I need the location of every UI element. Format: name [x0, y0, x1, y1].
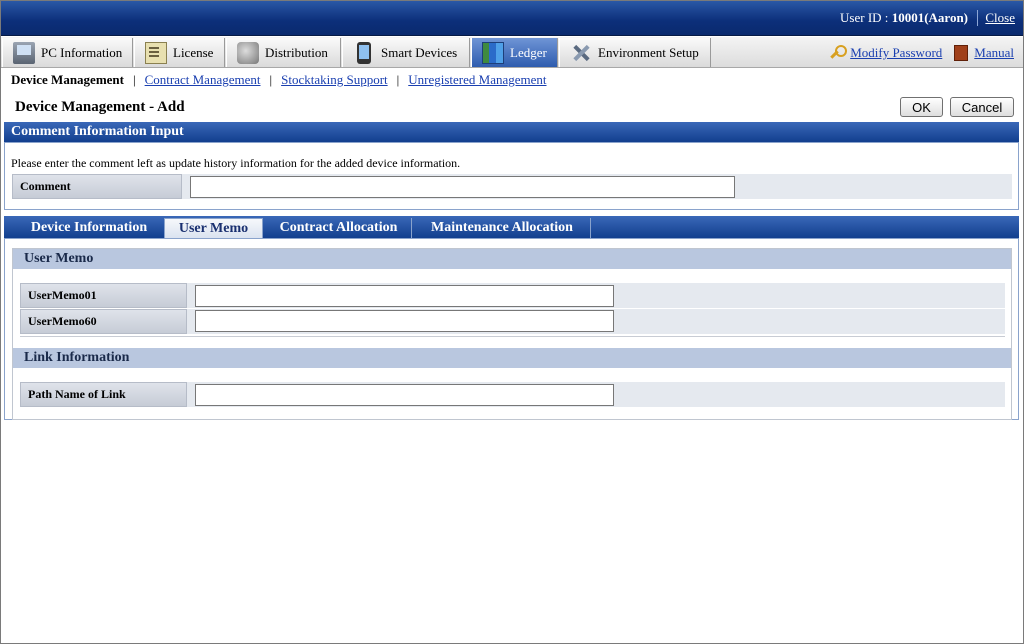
close-link[interactable]: Close: [985, 10, 1015, 26]
tab-smart-devices[interactable]: Smart Devices: [342, 38, 470, 67]
tab-device-information[interactable]: Device Information: [12, 218, 167, 238]
page-title: Device Management - Add: [15, 99, 185, 115]
link-information-header: Link Information: [13, 348, 1011, 368]
tab-label: Ledger: [510, 44, 547, 60]
sub-navigation: Device Management | Contract Management …: [0, 69, 1024, 91]
tab-license[interactable]: License: [134, 38, 225, 67]
tab-environment-setup[interactable]: Environment Setup: [559, 38, 711, 67]
path-link-label: Path Name of Link: [20, 382, 187, 407]
tab-ledger[interactable]: Ledger: [471, 38, 558, 67]
usermemo01-input[interactable]: [195, 285, 614, 307]
user-id-label: User ID :: [840, 10, 892, 25]
key-icon: [828, 45, 848, 61]
tools-icon: [570, 42, 592, 64]
tab-label: Smart Devices: [381, 44, 458, 60]
tab-pc-information[interactable]: PC Information: [2, 38, 133, 67]
license-icon: [145, 41, 167, 64]
subnav-contract-management[interactable]: Contract Management: [145, 72, 261, 88]
title-bar: User ID : 10001(Aaron) Close: [0, 0, 1024, 36]
usermemo60-label: UserMemo60: [20, 309, 187, 334]
user-id-value: 10001(Aaron): [891, 10, 968, 25]
distribution-icon: [237, 41, 259, 64]
comment-label: Comment: [12, 174, 182, 199]
comment-section-header: Comment Information Input: [4, 122, 1019, 142]
tab-label: License: [173, 44, 214, 60]
usermemo01-label: UserMemo01: [20, 283, 187, 308]
detail-tab-strip: Device Information User Memo Contract Al…: [4, 216, 1019, 238]
smart-device-icon: [357, 41, 371, 64]
tab-distribution[interactable]: Distribution: [226, 38, 341, 67]
separator: [977, 10, 978, 26]
comment-description: Please enter the comment left as update …: [11, 156, 461, 170]
header-links: Modify Password Manual: [828, 45, 1014, 61]
user-id: User ID : 10001(Aaron): [840, 10, 968, 26]
manual-link[interactable]: Manual: [974, 45, 1014, 61]
subnav-current: Device Management: [11, 72, 124, 87]
cancel-button[interactable]: Cancel: [950, 97, 1014, 117]
ok-button[interactable]: OK: [900, 97, 943, 117]
subnav-stocktaking-support[interactable]: Stocktaking Support: [281, 72, 388, 88]
separator: |: [269, 72, 273, 87]
separator: |: [396, 72, 400, 87]
tab-label: Distribution: [265, 44, 328, 60]
tab-contract-allocation[interactable]: Contract Allocation: [266, 218, 412, 238]
path-link-input[interactable]: [195, 384, 614, 406]
user-memo-header: User Memo: [13, 249, 1011, 269]
tab-label: Environment Setup: [598, 44, 699, 60]
subnav-unregistered-management[interactable]: Unregistered Management: [408, 72, 546, 88]
divider: [20, 336, 1005, 337]
comment-input[interactable]: [190, 176, 735, 198]
tab-maintenance-allocation[interactable]: Maintenance Allocation: [414, 218, 591, 238]
tab-user-memo[interactable]: User Memo: [164, 218, 263, 238]
usermemo60-input[interactable]: [195, 310, 614, 332]
ledger-icon: [482, 41, 504, 64]
main-tab-bar: PC Information License Distribution Smar…: [0, 37, 1024, 68]
pc-icon: [13, 41, 35, 64]
separator: |: [133, 72, 136, 87]
tab-label: PC Information: [41, 44, 123, 60]
modify-password-link[interactable]: Modify Password: [850, 45, 942, 61]
manual-book-icon: [954, 45, 969, 61]
